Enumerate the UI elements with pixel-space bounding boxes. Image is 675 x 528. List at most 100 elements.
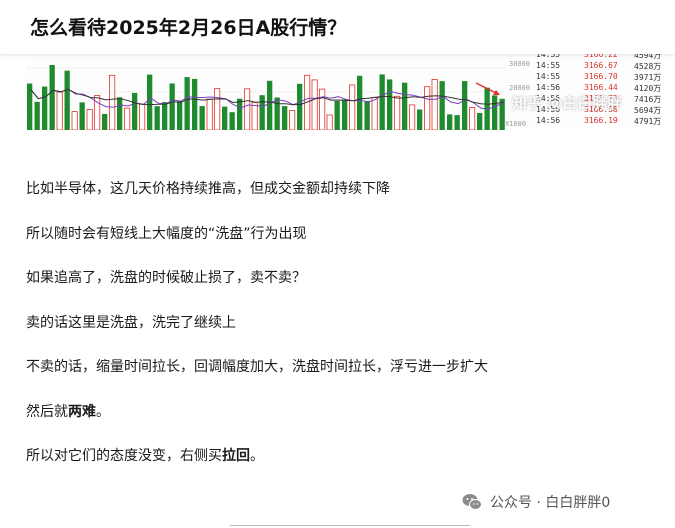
volume-bar	[409, 104, 416, 130]
volume-bar	[469, 107, 476, 130]
volume-bar	[424, 86, 431, 130]
volume-bar	[387, 79, 393, 130]
trade-price: 3166.70	[584, 72, 618, 81]
volume-bar	[357, 75, 363, 130]
red-arrow-icon	[475, 82, 500, 95]
volume-bar	[222, 106, 228, 130]
volume-bar	[162, 102, 168, 130]
article-header: 怎么看待2025年2月26日A股行情？	[0, 0, 675, 54]
volume-bar	[244, 88, 251, 130]
volume-bar	[431, 79, 438, 130]
trade-row: 14:55 3166.67 4528万	[536, 61, 666, 72]
trade-volume: 7416万	[634, 95, 662, 104]
trade-time: 14:56	[536, 83, 561, 92]
volume-bar	[326, 114, 333, 130]
paragraph-text: 所以对它们的态度没变，右侧买	[26, 448, 222, 464]
trade-price: 3166.19	[584, 116, 618, 125]
paragraph: 所以对它们的态度没变，右侧买拉回。	[26, 445, 264, 465]
volume-bar	[139, 103, 146, 130]
volume-bar	[402, 82, 408, 130]
paragraph-bold-text: 两难	[68, 404, 96, 420]
trade-row: 14:56 3166.19 4791万	[536, 116, 666, 127]
volume-bar	[206, 98, 213, 130]
trade-volume: 5694万	[634, 106, 662, 115]
paragraph-text: 。	[250, 448, 264, 464]
brand-label: 公众号 · 白白胖胖0	[490, 495, 611, 511]
trade-price: 3166.67	[584, 61, 618, 70]
volume-bar	[342, 99, 348, 130]
volume-bar	[371, 97, 378, 130]
volume-bar	[379, 74, 385, 130]
volume-bar	[56, 91, 63, 130]
paragraph-text: 。	[96, 404, 110, 420]
trade-volume: 4120万	[634, 84, 662, 93]
volume-bar	[349, 84, 356, 130]
trade-volume: 4791万	[634, 117, 662, 126]
volume-bar	[214, 88, 221, 130]
volume-bar	[462, 81, 468, 130]
paragraph: 所以随时会有短线上大幅度的“洗盘”行为出现	[26, 226, 307, 242]
wechat-account-brand[interactable]: 公众号 · 白白胖胖0	[462, 491, 610, 513]
volume-bar	[417, 109, 423, 130]
volume-bar	[319, 88, 326, 130]
trade-price: 3166.44	[584, 83, 618, 92]
volume-bar	[237, 98, 243, 130]
volume-bar	[49, 65, 55, 130]
volume-bar	[64, 70, 70, 130]
volume-bar	[86, 109, 93, 130]
paragraph: 如果追高了，洗盘的时候破止损了，卖不卖？	[26, 270, 306, 286]
volume-bar	[289, 110, 296, 130]
paragraph-bold-text: 拉回	[222, 448, 250, 464]
volume-bars-graphic	[26, 65, 506, 130]
volume-bar	[147, 74, 153, 130]
volume-bar	[109, 74, 116, 130]
volume-bar	[154, 106, 160, 130]
axis-tick-label: X1000	[505, 120, 527, 128]
volume-bar	[364, 100, 370, 130]
divider	[230, 525, 470, 526]
volume-bar	[42, 86, 48, 130]
volume-bar	[251, 102, 258, 130]
volume-bar	[492, 95, 498, 130]
volume-bar	[282, 106, 288, 130]
trade-row: 14:55 3166.70 3971万	[536, 72, 666, 83]
volume-bar	[454, 115, 460, 130]
volume-bar	[71, 111, 78, 130]
paragraph: 不卖的话，缩量时间拉长，回调幅度加大，洗盘时间拉长，浮亏进一步扩大	[26, 359, 488, 375]
volume-bar	[132, 92, 138, 130]
paragraph: 然后就两难。	[26, 401, 110, 421]
trade-time: 14:56	[536, 116, 561, 125]
volume-bar	[274, 97, 280, 130]
volume-bar	[259, 95, 265, 130]
watermark: 知乎 @白白胖胖	[512, 94, 623, 112]
volume-bar	[229, 112, 235, 130]
volume-bar	[394, 95, 401, 130]
volume-bar	[267, 80, 273, 130]
trade-time: 14:55	[536, 61, 561, 70]
axis-tick-label: 30000	[509, 60, 531, 68]
volume-bar	[447, 114, 453, 130]
trade-time: 14:55	[536, 72, 561, 81]
volume-bar	[439, 81, 445, 130]
paragraph: 比如半导体，这几天价格持续推高，但成交金额却持续下降	[26, 181, 390, 197]
volume-bar	[311, 79, 318, 130]
trade-volume: 3971万	[634, 73, 662, 82]
volume-bar	[102, 113, 108, 130]
page-title: 怎么看待2025年2月26日A股行情？	[30, 17, 347, 39]
volume-bar	[34, 101, 40, 130]
volume-bar	[334, 101, 340, 130]
volume-bar	[124, 107, 131, 130]
paragraph-text: 然后就	[26, 404, 68, 420]
volume-bar	[79, 102, 85, 130]
wechat-icon	[462, 494, 482, 510]
volume-bar	[297, 83, 303, 130]
volume-bar	[169, 83, 175, 130]
volume-bar	[117, 97, 123, 130]
axis-tick-label: 20000	[509, 84, 531, 92]
volume-bar	[177, 101, 183, 130]
volume-bar	[184, 77, 190, 130]
volume-bar	[199, 106, 205, 130]
volume-bar	[192, 78, 198, 130]
trade-volume: 4528万	[634, 62, 662, 71]
volume-bar	[477, 113, 483, 130]
